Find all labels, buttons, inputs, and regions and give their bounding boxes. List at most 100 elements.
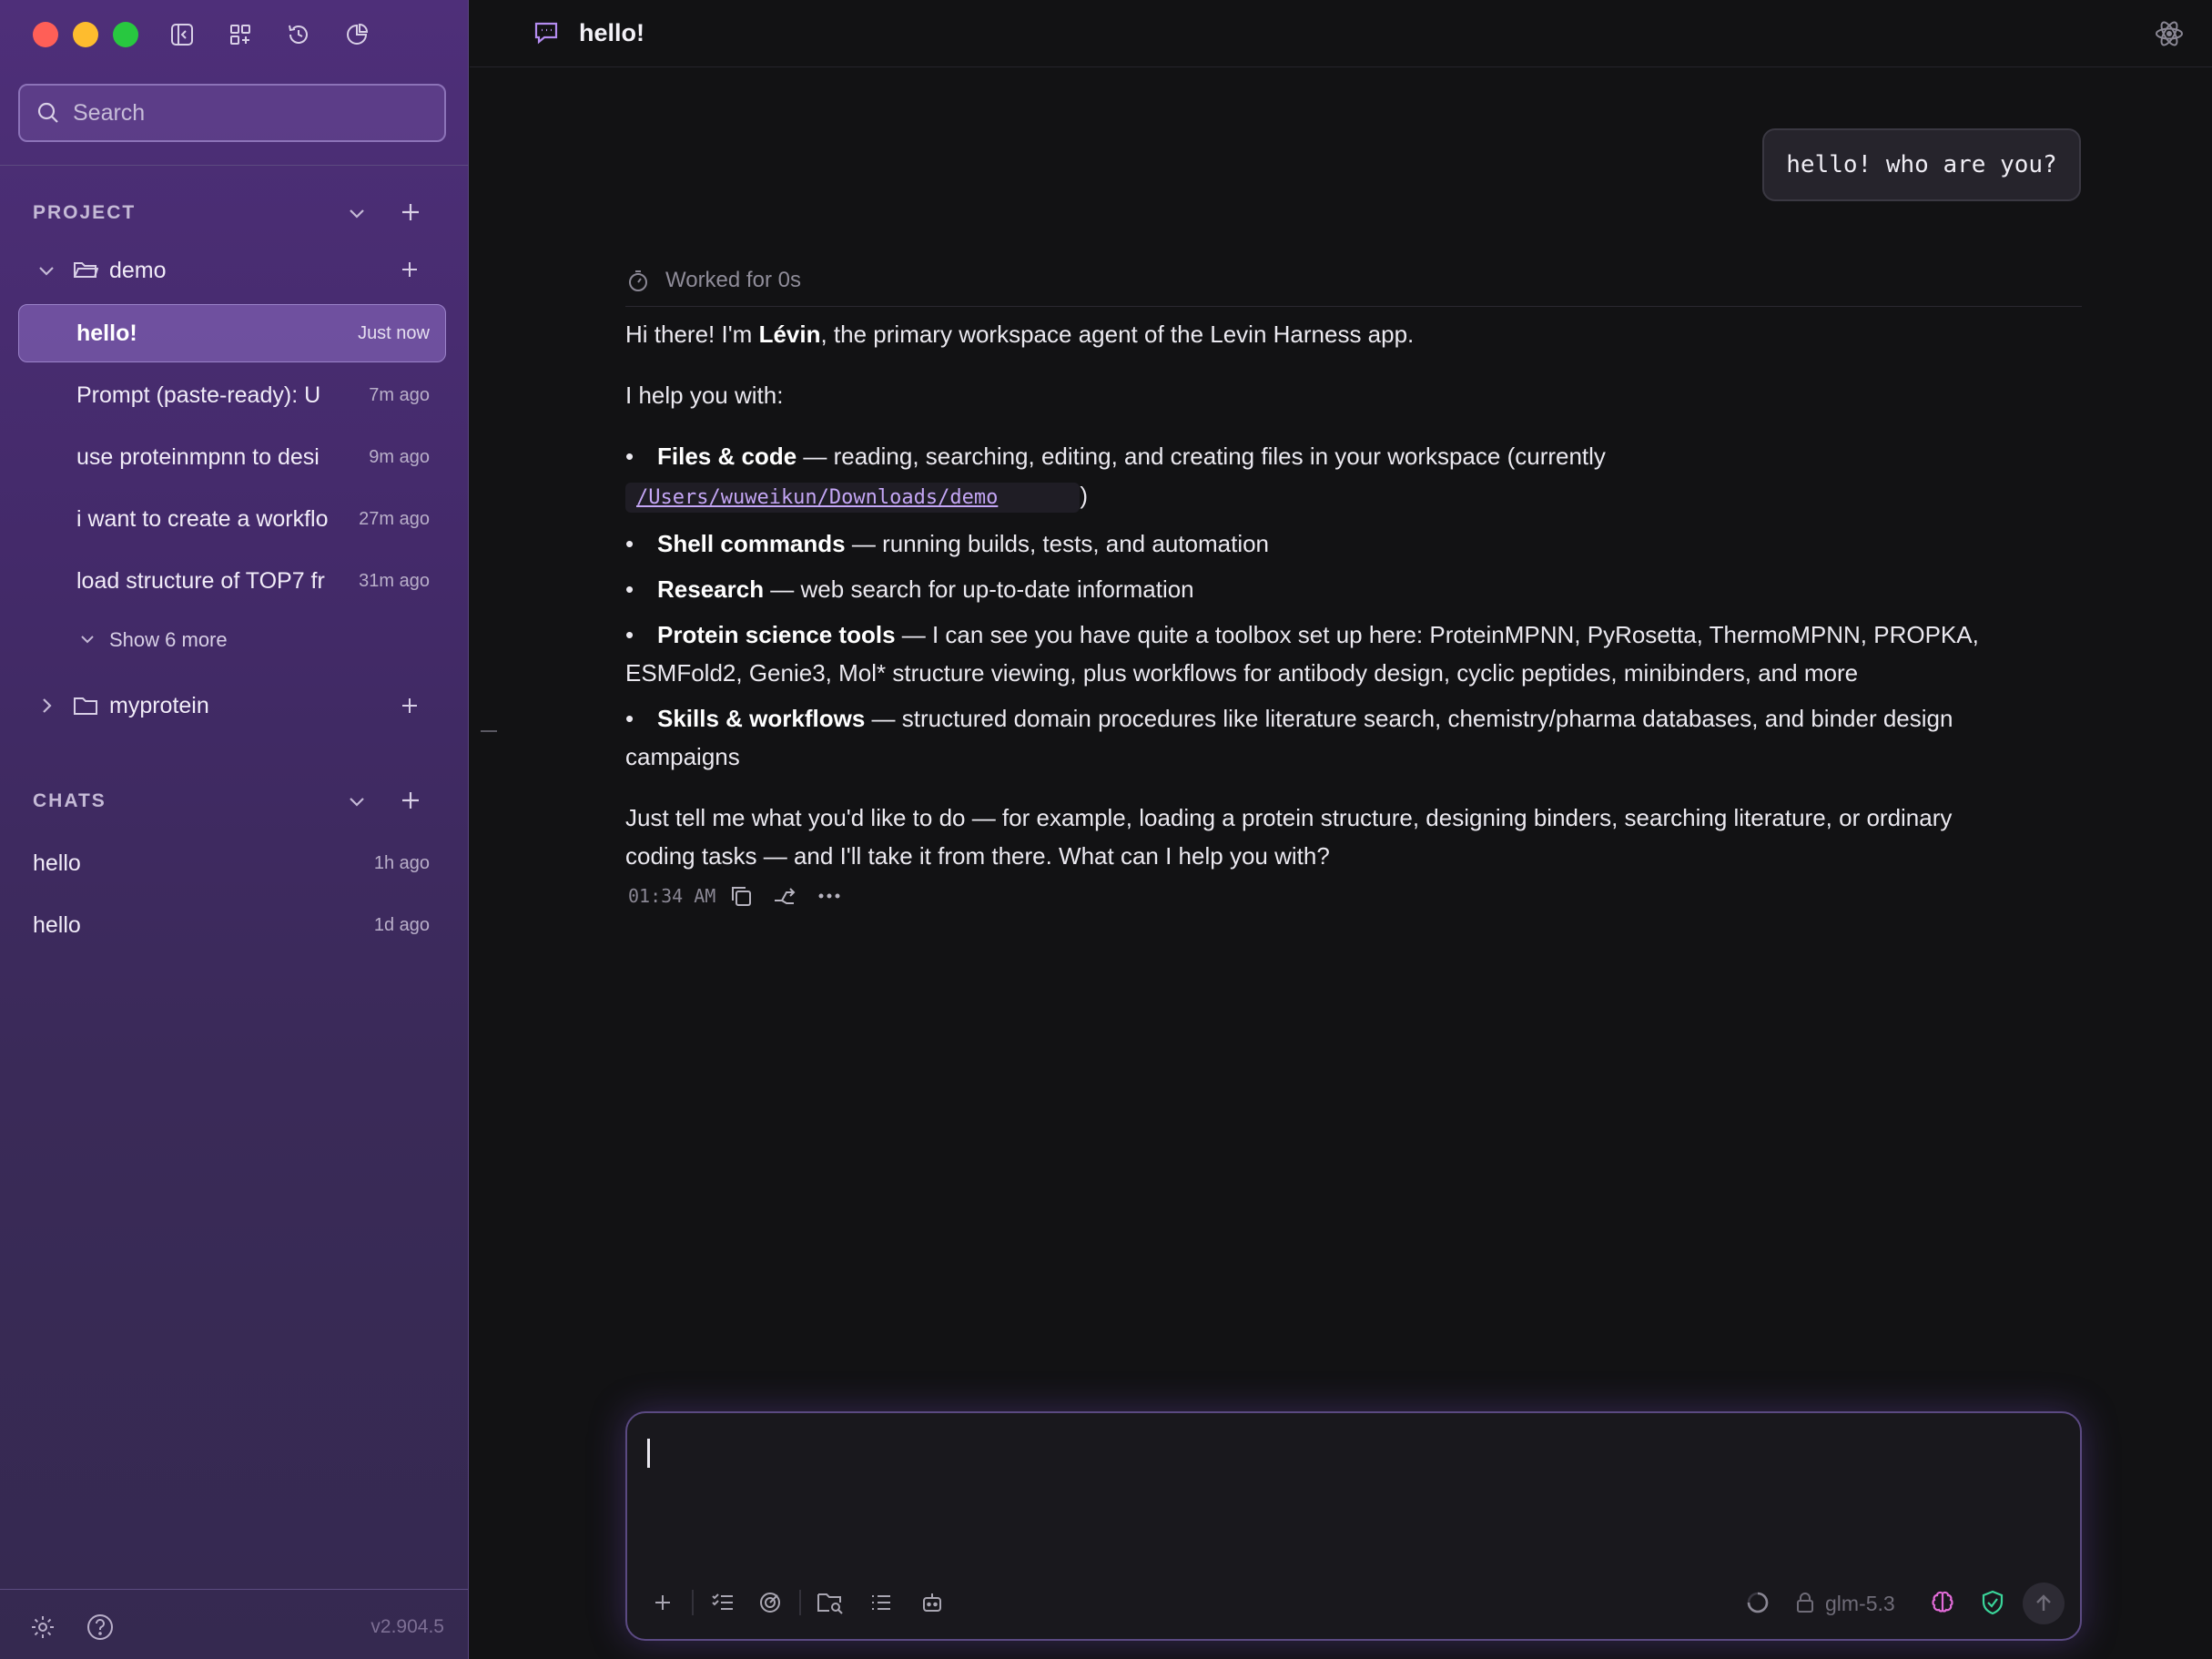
bullet-title: Files & code [657,443,797,470]
sidebar-item-label[interactable]: i want to create a workflo [76,506,335,533]
chats-section-title: CHATS [33,790,107,811]
worked-for-label[interactable]: Worked for 0s [665,268,801,293]
close-window-button[interactable] [33,22,58,47]
sidebar-item-time: 27m ago [359,509,430,529]
worked-divider [625,306,2082,307]
main-panel: hello! hello! who are you? Worked for 0s… [470,0,2212,1659]
myprotein-folder-chevron-icon[interactable] [36,696,56,720]
sidebar-item-label[interactable]: Prompt (paste-ready): U [76,382,335,409]
chats-collapse-chevron-icon[interactable] [346,790,368,817]
toolbar-divider [799,1590,801,1615]
add-chat-demo-plus-icon[interactable] [399,259,421,285]
folder-name-demo[interactable]: demo [109,258,167,284]
attach-plus-icon[interactable] [644,1584,681,1621]
bullet-protein-line2: ESMFold2, Genie3, Mol* structure viewing… [625,659,1859,687]
collapse-sidebar-icon[interactable] [166,18,198,51]
arrow-up-icon [2036,1594,2051,1611]
add-project-plus-icon[interactable] [399,200,422,229]
closing-line-1: Just tell me what you'd like to do — for… [625,804,1953,831]
bullet-text: ) [1080,482,1089,509]
model-selector[interactable]: glm-5.3 [1825,1592,1895,1616]
minimize-window-button[interactable] [73,22,98,47]
page-title: hello! [579,19,644,46]
chat-item-label[interactable]: hello [33,850,81,877]
show-more-chevron-icon[interactable] [78,630,96,653]
message-input[interactable] [656,1437,2058,1546]
folder-open-icon [73,258,99,286]
bullet-shell: Shell commands — running builds, tests, … [625,524,2027,563]
robot-agent-icon[interactable] [914,1584,950,1621]
bullet-files-path-line: /Users/wuweikun/Downloads/demo) [625,476,2027,517]
branch-icon[interactable] [772,883,797,913]
project-collapse-chevron-icon[interactable] [346,202,368,229]
intro-text: , the primary workspace agent of the Lev… [820,321,1415,348]
project-section-title: PROJECT [33,202,137,223]
sidebar-item-time: 31m ago [359,571,430,591]
sidebar-item-label[interactable]: load structure of TOP7 fr [76,568,335,595]
help-heading: I help you with: [625,382,784,409]
sidebar-divider [0,165,469,166]
add-chat-plus-icon[interactable] [399,789,422,817]
folder-search-icon[interactable] [812,1584,848,1621]
bullet-title: Protein science tools [657,621,896,648]
bullet-title: Research [657,575,765,603]
folder-icon [73,694,98,722]
closing-line-2: coding tasks — and I'll take it from the… [625,842,1330,870]
more-options-icon[interactable] [816,883,843,913]
timer-icon [625,268,651,298]
top-bar: hello! [470,0,2212,67]
search-bar[interactable] [18,84,446,142]
sidebar-item-time: 9m ago [369,447,430,467]
checklist-icon[interactable] [705,1584,741,1621]
list-icon[interactable] [863,1584,899,1621]
bullet-skills: Skills & workflows — structured domain p… [625,699,2027,738]
sidebar-bottom-divider [0,1589,469,1590]
bullet-text: — I can see you have quite a toolbox set… [895,621,1979,648]
version-label: v2.904.5 [370,1616,444,1637]
bullet-title: Skills & workflows [657,705,866,732]
history-icon[interactable] [282,18,315,51]
sidebar-item-time: 7m ago [369,385,430,405]
toolbar-divider [692,1590,694,1615]
bullet-skills-line2: campaigns [625,743,740,770]
bullet-text: — structured domain procedures like lite… [865,705,1953,732]
message-timestamp: 01:34 AM [628,885,716,907]
lock-icon [1791,1584,1819,1621]
sidebar-item-time: Just now [358,323,430,343]
folder-name-myprotein[interactable]: myprotein [109,693,209,719]
agent-name: Lévin [758,321,821,348]
brain-icon[interactable] [1924,1584,1961,1621]
chat-item-time: 1h ago [373,853,430,873]
intro-text: Hi there! I'm [625,321,759,348]
demo-folder-chevron-icon[interactable] [36,260,56,285]
target-radar-icon[interactable] [752,1584,788,1621]
settings-gear-icon[interactable] [29,1613,56,1645]
search-icon [37,102,58,123]
shield-check-icon[interactable] [1974,1584,2011,1621]
apps-grid-icon[interactable] [224,18,257,51]
sidebar-item-label: hello! [76,321,137,346]
usage-pie-icon[interactable] [340,18,373,51]
send-button[interactable] [2023,1583,2065,1624]
search-input[interactable] [73,99,419,127]
text-cursor [647,1439,650,1468]
chat-item-label[interactable]: hello [33,912,81,939]
assistant-intro: Hi there! I'm Lévin, the primary workspa… [625,315,2027,353]
help-icon[interactable] [86,1613,115,1646]
add-chat-myprotein-plus-icon[interactable] [399,695,421,721]
bullet-text: — running builds, tests, and automation [845,530,1270,557]
user-message-bubble: hello! who are you? [1762,128,2081,201]
bullet-files: Files & code — reading, searching, editi… [625,437,2027,475]
copy-icon[interactable] [728,883,754,913]
resize-handle[interactable] [481,730,497,732]
atom-icon[interactable] [2154,18,2185,54]
zoom-window-button[interactable] [113,22,138,47]
loading-spinner-icon [1740,1584,1776,1621]
chat-item-time: 1d ago [373,915,430,935]
bullet-text: — web search for up-to-date information [764,575,1194,603]
workspace-path-link[interactable]: /Users/wuweikun/Downloads/demo [625,483,1081,513]
sidebar: PROJECT demo hello! Just now Prompt (pas… [0,0,469,1659]
show-more-button[interactable]: Show 6 more [109,628,228,652]
sidebar-item-label[interactable]: use proteinmpnn to desi [76,444,335,471]
chat-bubble-icon [532,18,561,52]
